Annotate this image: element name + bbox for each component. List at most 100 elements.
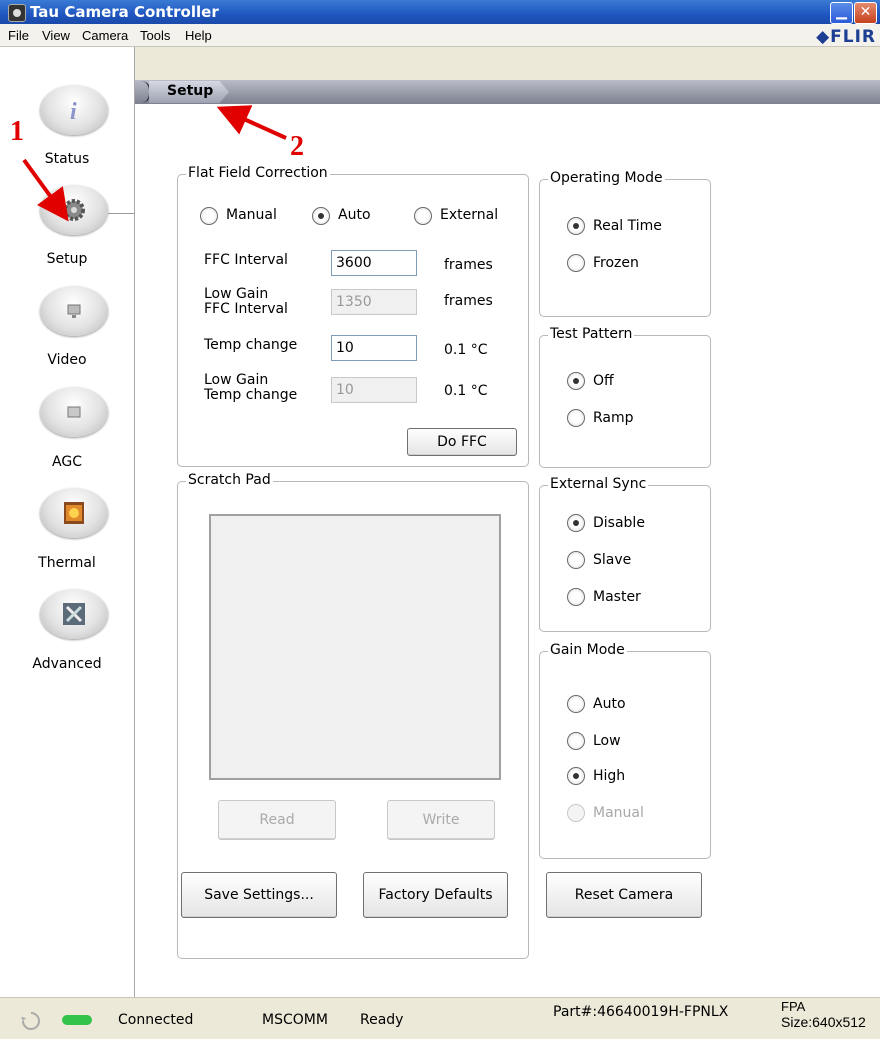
gain-low-label: Low xyxy=(593,733,621,749)
ffc-group: Flat Field Correction Manual Auto Extern… xyxy=(177,165,529,467)
sidebar-item-status[interactable]: i xyxy=(40,85,108,135)
pattern-off-label: Off xyxy=(593,373,614,389)
agc-icon xyxy=(67,406,81,418)
ffc-interval-unit: frames xyxy=(444,257,493,273)
sidebar-label-status: Status xyxy=(44,151,90,167)
sidebar-item-thermal[interactable] xyxy=(40,488,108,538)
ffc-external-label: External xyxy=(440,207,499,223)
operating-mode-group: Operating Mode Real Time Frozen xyxy=(539,170,711,317)
gain-high-radio[interactable] xyxy=(567,767,585,785)
reset-camera-button[interactable]: Reset Camera xyxy=(546,872,702,918)
gain-manual-radio xyxy=(567,804,585,822)
tab-setup-label: Setup xyxy=(167,83,214,99)
ffc-interval-label: FFC Interval xyxy=(204,252,288,268)
pattern-ramp-radio[interactable] xyxy=(567,409,585,427)
camera-app-icon xyxy=(8,4,26,22)
gain-auto-label: Auto xyxy=(593,696,626,712)
lowgain-ffc-interval-input: 1350 xyxy=(331,289,417,315)
menu-bar: File View Camera Tools Help ◆FLIR xyxy=(0,24,880,47)
menu-file[interactable]: File xyxy=(8,28,29,43)
sidebar-item-video[interactable] xyxy=(40,286,108,336)
save-settings-button[interactable]: Save Settings... xyxy=(181,872,337,918)
sidebar-label-video: Video xyxy=(47,352,87,368)
menu-help[interactable]: Help xyxy=(185,28,212,43)
gain-low-radio[interactable] xyxy=(567,732,585,750)
frozen-label: Frozen xyxy=(593,255,639,271)
gain-high-label: High xyxy=(593,768,626,784)
external-sync-title: External Sync xyxy=(548,476,649,492)
svg-text:i: i xyxy=(70,99,77,122)
test-pattern-title: Test Pattern xyxy=(548,326,635,342)
status-part-number: Part#:46640019H-FPNLX xyxy=(553,1004,729,1020)
menu-view[interactable]: View xyxy=(42,28,70,43)
gain-auto-radio[interactable] xyxy=(567,695,585,713)
temp-change-input[interactable]: 10 xyxy=(331,335,417,361)
sidebar-item-agc[interactable] xyxy=(40,387,108,437)
realtime-radio[interactable] xyxy=(567,217,585,235)
tab-strip xyxy=(135,80,880,104)
active-connector xyxy=(108,213,134,214)
sync-disable-radio[interactable] xyxy=(567,514,585,532)
pattern-ramp-label: Ramp xyxy=(593,410,634,426)
realtime-label: Real Time xyxy=(593,218,662,234)
info-icon: i xyxy=(70,99,77,122)
sync-slave-radio[interactable] xyxy=(567,551,585,569)
do-ffc-button[interactable]: Do FFC xyxy=(407,428,517,456)
annotation-number-2: 2 xyxy=(290,131,304,162)
lowgain-temp-change-unit: 0.1 °C xyxy=(444,383,488,399)
sync-master-radio[interactable] xyxy=(567,588,585,606)
ffc-group-title: Flat Field Correction xyxy=(186,165,330,181)
ffc-auto-radio[interactable] xyxy=(312,207,330,225)
sidebar: i Status Setup Video AGC Thermal Advance… xyxy=(0,47,135,997)
status-state: Ready xyxy=(360,1012,404,1028)
gear-icon xyxy=(63,199,85,221)
minimize-button[interactable]: ▁ xyxy=(830,2,853,24)
menu-tools[interactable]: Tools xyxy=(140,28,170,43)
menu-camera[interactable]: Camera xyxy=(82,28,128,43)
ffc-auto-label: Auto xyxy=(338,207,371,223)
ffc-manual-label: Manual xyxy=(226,207,277,223)
ffc-interval-input[interactable]: 3600 xyxy=(331,250,417,276)
read-button[interactable]: Read xyxy=(218,800,336,840)
sidebar-item-advanced[interactable] xyxy=(40,589,108,639)
gain-mode-title: Gain Mode xyxy=(548,642,627,658)
lowgain-temp-change-input: 10 xyxy=(331,377,417,403)
window-title: Tau Camera Controller xyxy=(30,3,219,21)
status-connected: Connected xyxy=(118,1012,194,1028)
status-port: MSCOMM xyxy=(262,1012,328,1028)
title-bar: Tau Camera Controller ▁ ✕ xyxy=(0,0,880,24)
tab-setup[interactable]: Setup xyxy=(149,81,229,103)
sidebar-label-agc: AGC xyxy=(52,454,82,470)
scratch-pad-textarea[interactable] xyxy=(209,514,501,780)
sync-master-label: Master xyxy=(593,589,641,605)
temp-change-unit: 0.1 °C xyxy=(444,342,488,358)
test-pattern-group: Test Pattern Off Ramp xyxy=(539,326,711,468)
setup-panel: Flat Field Correction Manual Auto Extern… xyxy=(135,104,880,997)
sidebar-label-thermal: Thermal xyxy=(38,555,96,571)
sidebar-label-advanced: Advanced xyxy=(32,656,102,672)
lowgain-ffc-interval-unit: frames xyxy=(444,293,493,309)
status-fpa-label: FPA xyxy=(781,999,806,1014)
annotation-number-1: 1 xyxy=(10,116,24,147)
frozen-radio[interactable] xyxy=(567,254,585,272)
factory-defaults-button[interactable]: Factory Defaults xyxy=(363,872,508,918)
sync-disable-label: Disable xyxy=(593,515,645,531)
operating-mode-title: Operating Mode xyxy=(548,170,665,186)
tools-icon xyxy=(63,603,85,625)
temp-change-label: Temp change xyxy=(204,337,298,353)
ffc-external-radio[interactable] xyxy=(414,207,432,225)
pattern-off-radio[interactable] xyxy=(567,372,585,390)
lowgain-ffc-interval-label: Low Gain FFC Interval xyxy=(204,286,288,317)
scratch-pad-title: Scratch Pad xyxy=(186,472,273,488)
refresh-icon[interactable] xyxy=(20,1010,42,1032)
write-button[interactable]: Write xyxy=(387,800,495,840)
close-button[interactable]: ✕ xyxy=(854,2,877,24)
sidebar-label-setup: Setup xyxy=(46,251,88,267)
gain-manual-label: Manual xyxy=(593,805,644,821)
ffc-manual-radio[interactable] xyxy=(200,207,218,225)
monitor-icon xyxy=(67,304,81,318)
thermal-icon xyxy=(64,502,84,524)
sidebar-item-setup[interactable] xyxy=(40,185,108,235)
status-bar: Connected MSCOMM Ready Part#:46640019H-F… xyxy=(0,997,880,1039)
connection-led xyxy=(62,1015,92,1025)
